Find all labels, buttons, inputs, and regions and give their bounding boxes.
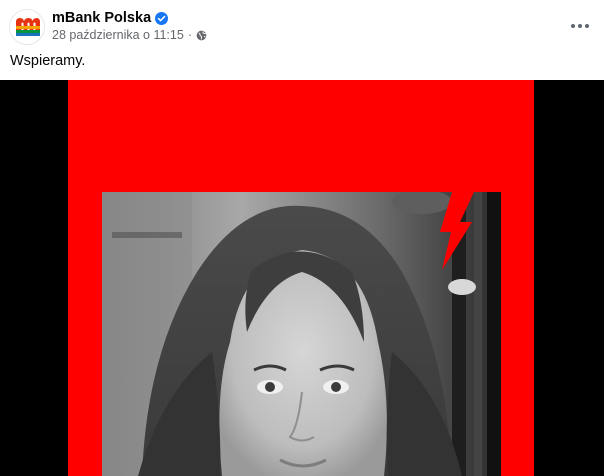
post-caption: Wspieramy. <box>10 53 86 69</box>
page-avatar[interactable] <box>9 9 45 45</box>
meta-separator: · <box>187 28 192 42</box>
post-meta: 28 października o 11:15 · <box>52 28 207 42</box>
more-options-button[interactable] <box>566 12 594 40</box>
post-image[interactable] <box>0 80 604 476</box>
more-options-icon <box>571 24 589 28</box>
facebook-post: mBank Polska 28 października o 11:15 · W… <box>0 0 604 476</box>
post-timestamp-link[interactable]: 28 października o 11:15 <box>52 28 184 42</box>
lightning-bolt-icon <box>440 192 474 270</box>
page-name-row: mBank Polska <box>52 9 169 27</box>
mbank-logo-icon <box>10 10 44 44</box>
page-name-link[interactable]: mBank Polska <box>52 10 151 26</box>
verified-badge-icon <box>155 11 169 25</box>
post-header: mBank Polska 28 października o 11:15 · <box>0 0 604 48</box>
globe-icon[interactable] <box>196 30 207 41</box>
